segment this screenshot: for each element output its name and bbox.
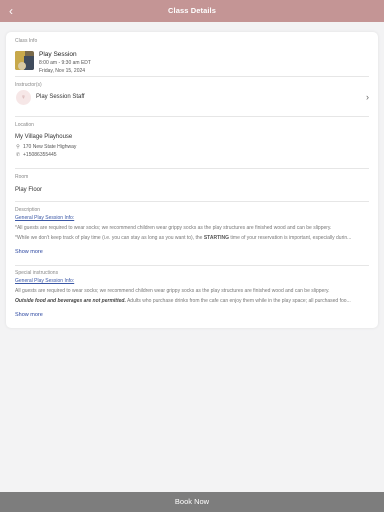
special-show-more-link[interactable]: Show more	[15, 311, 369, 319]
top-bar: ‹ Class Details	[0, 0, 384, 22]
location-phone[interactable]: +15086355445	[23, 151, 57, 159]
room-section: Room Play Floor	[15, 174, 369, 198]
room-label: Room	[15, 174, 29, 180]
class-info-section: Class Info Play Session 8:00 am - 9:30 a…	[15, 38, 369, 74]
class-details-card: Class Info Play Session 8:00 am - 9:30 a…	[6, 32, 378, 328]
special-instructions-section: Special instructions General Play Sessio…	[15, 270, 369, 324]
location-label: Location	[15, 122, 34, 128]
divider	[15, 76, 369, 77]
location-section: Location My Village Playhouse ⚲ 170 New …	[15, 122, 369, 162]
class-time: 8:00 am - 9:30 am EDT	[39, 60, 91, 66]
location-address[interactable]: 170 New State Highway	[23, 143, 76, 151]
room-value: Play Floor	[15, 187, 43, 193]
description-info-link[interactable]: General Play Session Info:	[15, 214, 369, 222]
description-label: Description	[15, 207, 41, 213]
divider	[15, 168, 369, 169]
description-section: Description General Play Session Info: *…	[15, 207, 369, 265]
class-date: Friday, Nov 15, 2024	[39, 68, 86, 74]
book-now-button[interactable]: Book Now	[0, 492, 384, 512]
description-line: *While we don't keep track of play time …	[15, 235, 352, 241]
map-pin-icon: ⚲	[16, 144, 20, 150]
description-line: *All guests are required to wear socks; …	[15, 225, 332, 231]
special-info-link[interactable]: General Play Session Info:	[15, 277, 369, 285]
class-name: Play Session	[39, 51, 77, 58]
instructor-avatar-icon: ♀	[16, 90, 31, 105]
chevron-right-icon[interactable]: ›	[366, 92, 369, 102]
instructor-name: Play Session Staff	[36, 94, 85, 100]
special-instructions-label: Special instructions	[15, 270, 59, 276]
location-name: My Village Playhouse	[15, 134, 73, 140]
divider	[15, 201, 369, 202]
divider	[15, 265, 369, 266]
special-line: Outside food and beverages are not permi…	[15, 298, 351, 304]
divider	[15, 116, 369, 117]
class-thumbnail	[15, 51, 34, 70]
description-show-more-link[interactable]: Show more	[15, 248, 369, 256]
special-line: All guests are required to wear socks; w…	[15, 288, 330, 294]
instructor-section[interactable]: Instructor(s) ♀ Play Session Staff ›	[15, 82, 369, 112]
instructor-label: Instructor(s)	[15, 82, 42, 88]
phone-icon: ✆	[15, 152, 21, 158]
class-info-label: Class Info	[15, 38, 38, 44]
page-title: Class Details	[168, 6, 216, 15]
